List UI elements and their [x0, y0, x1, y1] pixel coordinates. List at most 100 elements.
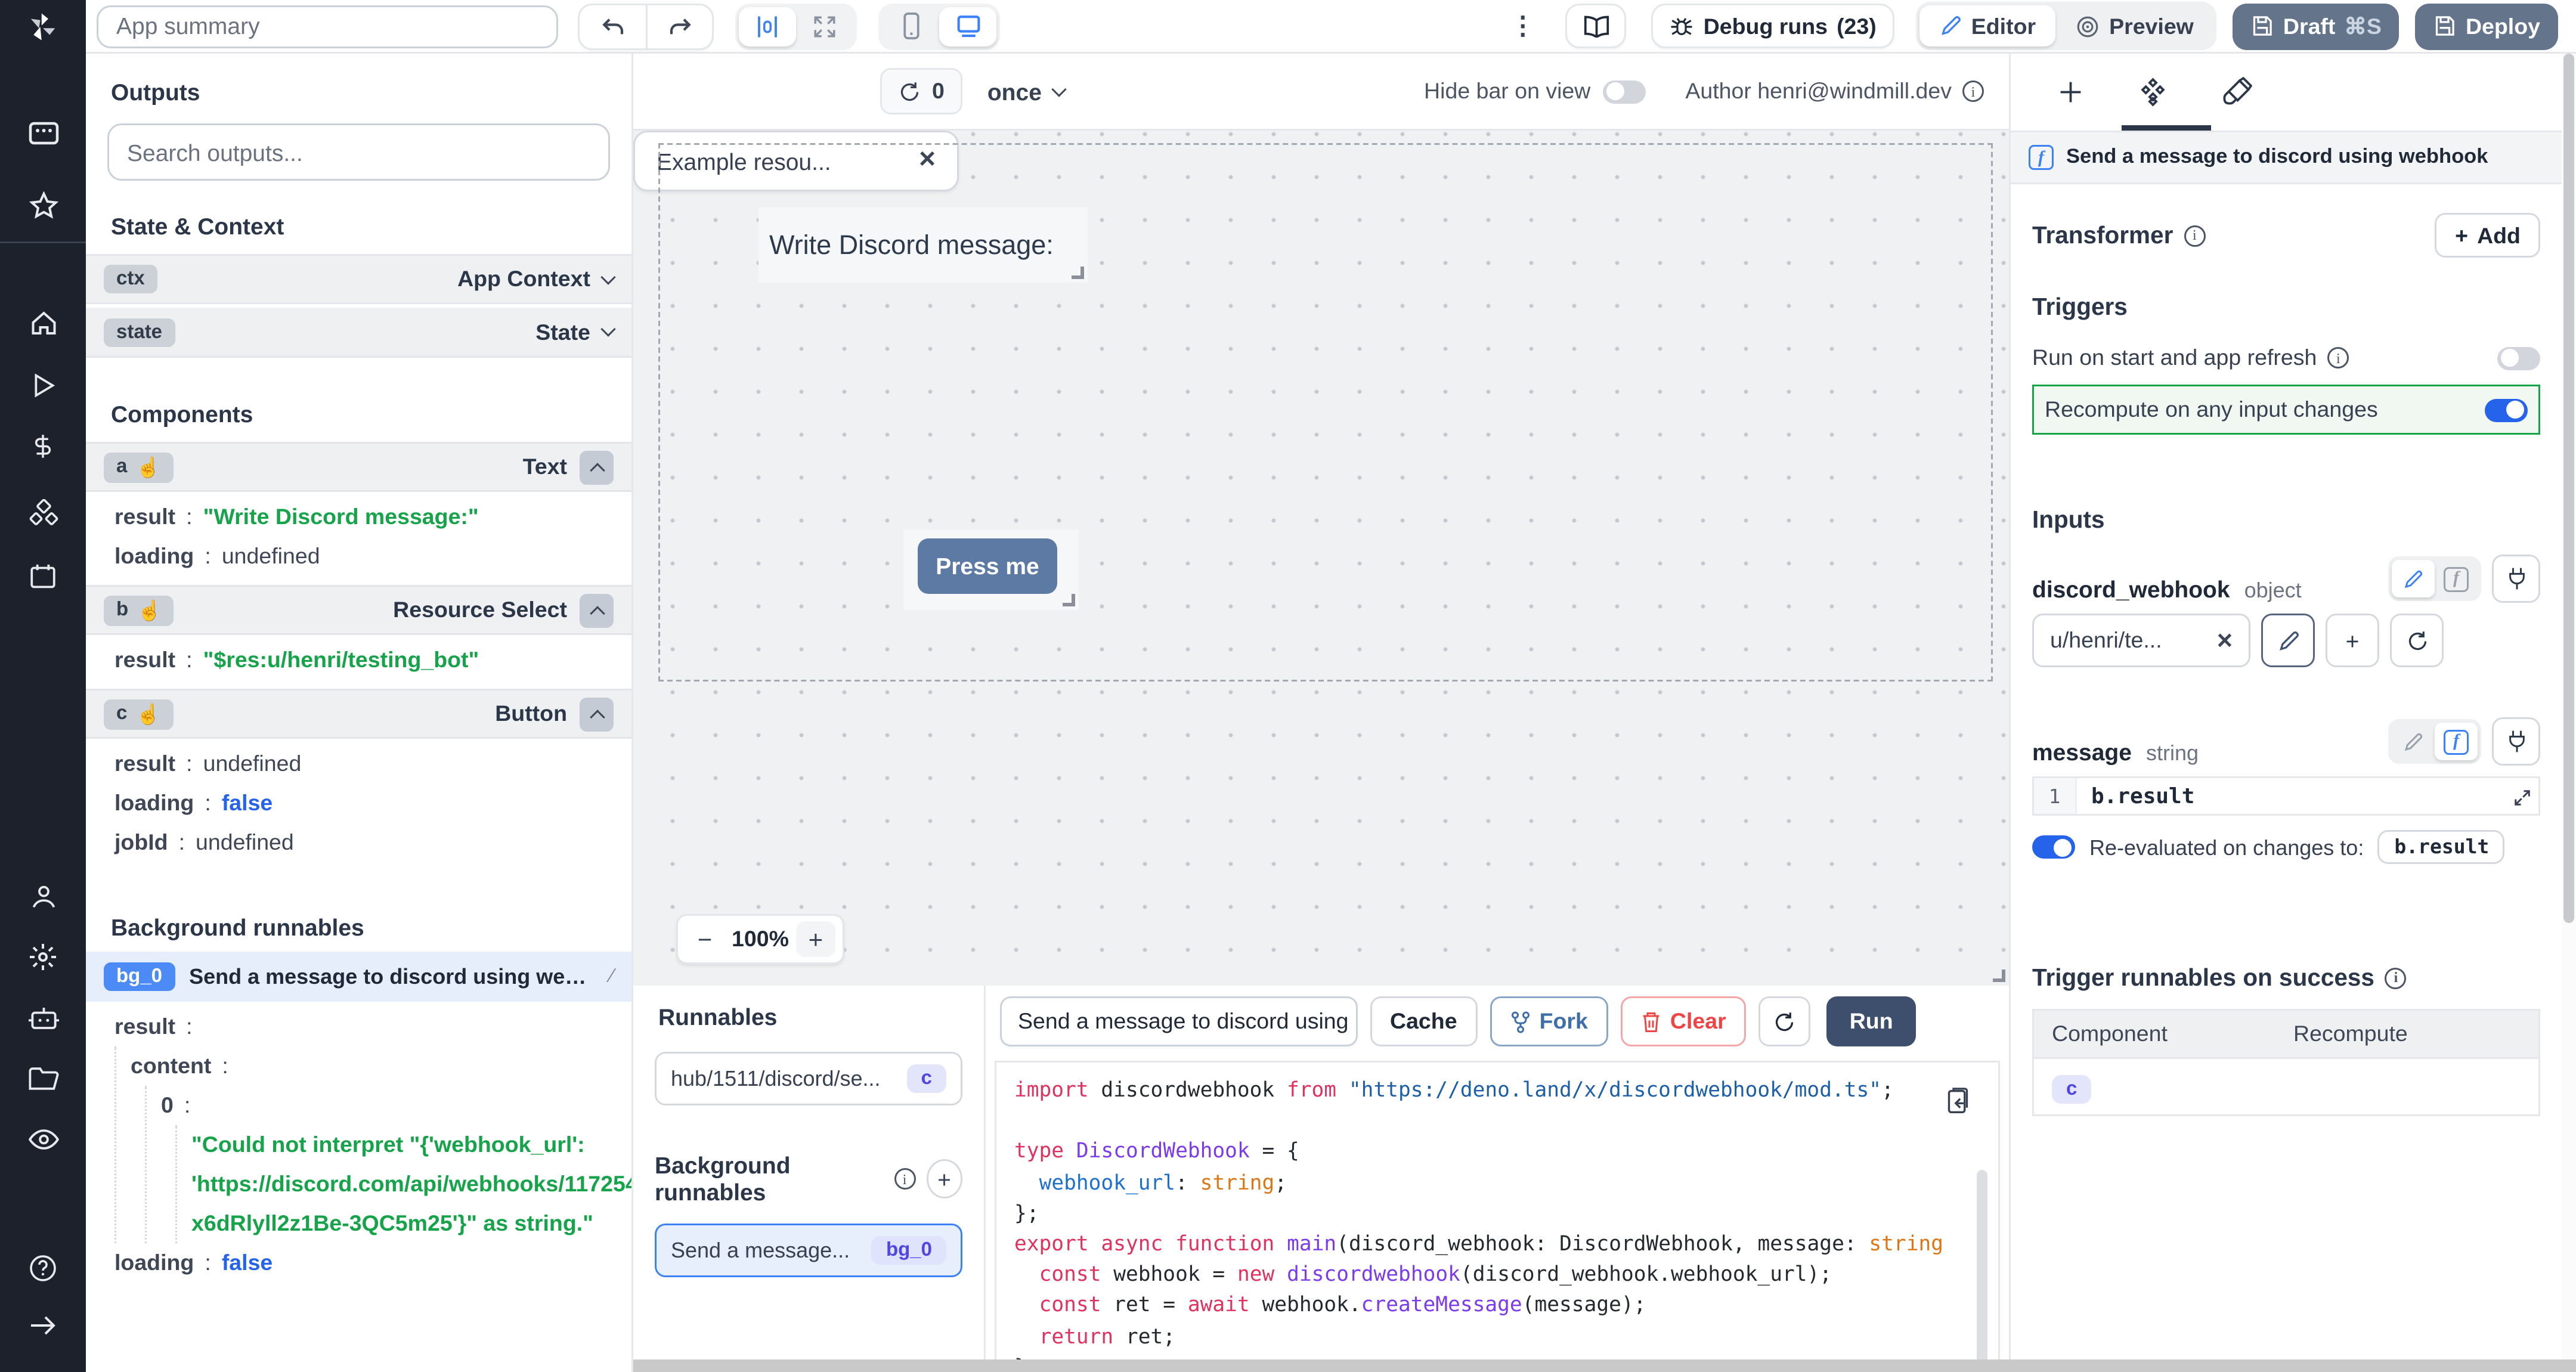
bg0-error-line3: x6dRlyll2z1Be-3QC5m25'}" as string." [191, 1204, 631, 1243]
resize-handle[interactable] [1993, 970, 2005, 982]
b-badge: b☝ [104, 595, 174, 625]
add-transformer-button[interactable]: + Add [2435, 213, 2540, 258]
recompute-any-toggle[interactable] [2485, 398, 2528, 422]
collapse-chevron-button[interactable] [580, 593, 614, 627]
reeval-target-chip[interactable]: b.result [2378, 830, 2505, 864]
folders-icon[interactable] [0, 1059, 86, 1098]
chevron-down-icon[interactable] [600, 269, 615, 284]
deploy-button[interactable]: Deploy [2416, 3, 2558, 49]
users-icon[interactable] [0, 877, 86, 916]
workers-robot-icon[interactable] [0, 998, 86, 1037]
resize-handle[interactable] [1072, 267, 1084, 279]
script-name-input[interactable]: Send a message to discord using [1000, 996, 1358, 1046]
button-component-c-cell[interactable]: Press me [903, 529, 1079, 610]
bottom-horizontal-scrollbar[interactable] [633, 1359, 2576, 1372]
bg0-row[interactable]: bg_0 Send a message to discord using web… [86, 952, 631, 1002]
workspace-icon[interactable] [0, 113, 86, 152]
search-outputs-input[interactable]: Search outputs... [107, 123, 610, 181]
resize-handle[interactable] [1063, 594, 1075, 606]
settings-gear-icon[interactable] [0, 937, 86, 977]
undo-button[interactable] [580, 5, 646, 48]
draft-button[interactable]: Draft ⌘S [2233, 3, 2399, 49]
add-bg-runnable-button[interactable]: + [926, 1159, 962, 1198]
app-canvas[interactable]: Write Discord message: Example resou... … [633, 131, 2009, 986]
chevron-down-icon[interactable] [600, 321, 615, 336]
tab-insert-plus-icon[interactable] [2057, 79, 2084, 106]
output-row-ctx[interactable]: ctx App Context [86, 254, 631, 304]
clear-button[interactable]: Clear [1620, 996, 1746, 1046]
press-me-button[interactable]: Press me [918, 538, 1057, 594]
desktop-view-button[interactable] [939, 7, 996, 46]
scrollbar-thumb[interactable] [2563, 54, 2574, 923]
collapse-chevron-button[interactable] [580, 450, 614, 484]
window-vertical-scrollbar[interactable] [2562, 54, 2576, 1372]
text-component-a[interactable]: Write Discord message: [758, 207, 1088, 283]
add-resource-button[interactable]: + [2326, 614, 2379, 667]
collapse-chevron-button[interactable] [580, 697, 614, 731]
windmill-logo-icon[interactable] [0, 0, 86, 54]
cache-button[interactable]: Cache [1370, 996, 1477, 1046]
tab-theme-brush-icon[interactable] [2222, 77, 2252, 107]
home-icon[interactable] [0, 304, 86, 343]
code-editor-panel: Send a message to discord using Cache Fo… [986, 986, 2009, 1372]
eval-mode-button[interactable]: f [2435, 723, 2478, 760]
copy-code-icon[interactable] [1946, 1088, 1970, 1114]
message-input-mode-group: f [2388, 719, 2481, 764]
redo-button[interactable] [646, 5, 712, 48]
static-pencil-mode-button[interactable] [2392, 560, 2435, 597]
code-scrollbar[interactable] [1977, 1170, 1987, 1372]
run-on-start-toggle[interactable] [2497, 346, 2540, 370]
edit-resource-pencil-button[interactable] [2261, 614, 2315, 667]
component-row-a[interactable]: a☝ Text [86, 442, 631, 492]
connect-plug-button[interactable] [2492, 717, 2540, 766]
a-result-value: "Write Discord message:" [203, 504, 479, 529]
reeval-toggle[interactable] [2032, 835, 2075, 859]
refresh-resource-button[interactable] [2390, 614, 2444, 667]
tab-editor[interactable]: Editor [1919, 5, 2055, 47]
code-editor[interactable]: import discordwebhook from "https://deno… [995, 1061, 2000, 1372]
collapse-arrow-icon[interactable] [0, 1306, 86, 1345]
info-icon: i [2327, 347, 2349, 368]
eval-mode-button[interactable]: f [2435, 560, 2478, 597]
resource-picker-select[interactable]: u/henri/te... × [2032, 614, 2250, 667]
docs-book-icon[interactable] [1566, 4, 1627, 48]
hide-bar-label: Hide bar on view [1424, 79, 1590, 104]
a-loading-value: undefined [222, 544, 320, 569]
run-button[interactable]: Run [1826, 996, 1916, 1046]
more-options-kebab[interactable]: ⋮ [1505, 11, 1541, 41]
variables-icon[interactable] [0, 426, 86, 465]
hide-bar-toggle[interactable] [1603, 80, 1646, 103]
mobile-view-button[interactable] [882, 7, 939, 46]
connect-plug-button[interactable] [2492, 555, 2540, 603]
component-row-b[interactable]: b☝ Resource Select [86, 585, 631, 635]
audit-eye-icon[interactable] [0, 1120, 86, 1159]
refresh-script-button[interactable] [1758, 996, 1810, 1046]
help-icon[interactable] [0, 1249, 86, 1288]
tab-preview[interactable]: Preview [2055, 5, 2213, 47]
edit-pencil-icon[interactable]: ∕ [610, 966, 614, 987]
transformer-title: Transformer [2032, 222, 2173, 249]
resources-icon[interactable] [0, 494, 86, 533]
centered-layout-button[interactable] [739, 7, 796, 46]
schedules-icon[interactable] [0, 556, 86, 596]
runs-icon[interactable] [0, 365, 86, 404]
component-row-c[interactable]: c☝ Button [86, 689, 631, 739]
bg-runnable-item-selected[interactable]: Send a message... bg_0 [655, 1224, 962, 1277]
refresh-count-button[interactable]: 0 [880, 68, 962, 114]
clear-resource-x-icon[interactable]: × [2217, 625, 2233, 656]
debug-runs-button[interactable]: Debug runs (23) [1652, 4, 1894, 48]
frequency-dropdown[interactable]: once [987, 78, 1065, 105]
output-row-state[interactable]: state State [86, 308, 631, 358]
message-expression-editor[interactable]: 1 b.result [2032, 776, 2540, 816]
static-pencil-mode-button[interactable] [2392, 723, 2435, 760]
favorites-star-icon[interactable] [0, 186, 86, 225]
zoom-out-button[interactable]: − [685, 921, 724, 957]
fork-button[interactable]: Fork [1490, 996, 1608, 1046]
hand-pointer-icon: ☝ [136, 702, 160, 726]
expand-editor-icon[interactable] [2508, 783, 2537, 812]
runnable-item-c[interactable]: hub/1511/discord/se... c [655, 1052, 962, 1105]
fullwidth-layout-button[interactable] [796, 7, 853, 46]
zoom-in-button[interactable]: + [796, 921, 835, 957]
app-summary-input[interactable]: App summary [97, 5, 558, 48]
tab-settings-components-icon[interactable] [2138, 77, 2168, 107]
